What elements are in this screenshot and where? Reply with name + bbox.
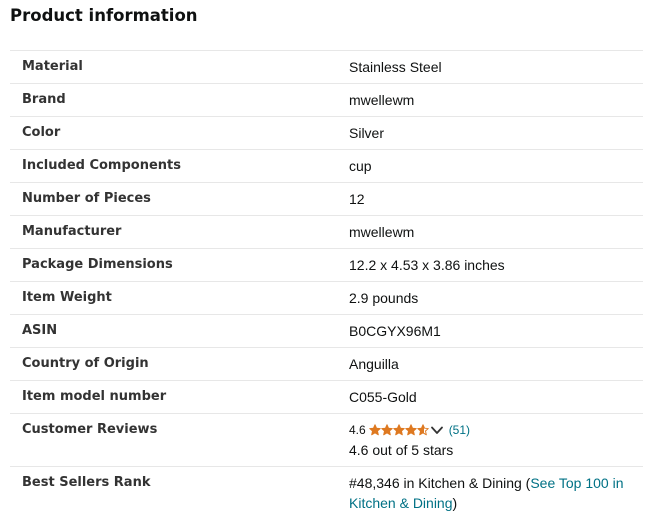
row-key: Material	[10, 50, 349, 84]
row-value-reviews: 4.6 (51) 4.6 out of 5 stars	[349, 413, 643, 467]
row-value: 12.2 x 4.53 x 3.86 inches	[349, 248, 643, 282]
table-row-best-sellers-rank: Best Sellers Rank #48,346 in Kitchen & D…	[10, 466, 643, 517]
row-value: C055-Gold	[349, 380, 643, 414]
row-key: Included Components	[10, 149, 349, 183]
row-key: Item Weight	[10, 281, 349, 315]
row-key: ASIN	[10, 314, 349, 348]
row-value: Stainless Steel	[349, 50, 643, 84]
product-information-section: Product information Material Stainless St…	[0, 0, 645, 517]
star-icon	[404, 424, 417, 436]
row-value-rank: #48,346 in Kitchen & Dining (See Top 100…	[349, 466, 643, 517]
row-key: Country of Origin	[10, 347, 349, 381]
table-row: Manufacturer mwellewm	[10, 215, 643, 249]
row-key: Package Dimensions	[10, 248, 349, 282]
rating-number: 4.6	[349, 423, 366, 437]
star-icon	[392, 424, 405, 436]
row-value: 12	[349, 182, 643, 216]
rating-line: 4.6 (51)	[349, 420, 643, 440]
row-value: mwellewm	[349, 215, 643, 249]
rating-summary: 4.6 out of 5 stars	[349, 442, 454, 458]
row-key: Color	[10, 116, 349, 150]
star-rating[interactable]	[368, 424, 429, 436]
row-key: Item model number	[10, 380, 349, 414]
section-title: Product information	[10, 6, 198, 25]
table-row: Item Weight 2.9 pounds	[10, 281, 643, 315]
product-info-table: Material Stainless Steel Brand mwellewm Colo…	[10, 50, 643, 517]
table-row: Brand mwellewm	[10, 83, 643, 117]
row-key: Number of Pieces	[10, 182, 349, 216]
row-key: Customer Reviews	[10, 413, 349, 467]
rank-text: #48,346 in Kitchen & Dining (	[349, 475, 531, 491]
rank-close-paren: )	[452, 495, 458, 511]
star-icon	[380, 424, 393, 436]
table-row: Number of Pieces 12	[10, 182, 643, 216]
ratings-count-link[interactable]: (51)	[449, 420, 470, 440]
table-row-customer-reviews: Customer Reviews 4.6 (51) 4.6 out of 5 s…	[10, 413, 643, 467]
table-row: Country of Origin Anguilla	[10, 347, 643, 381]
table-row: Included Components cup	[10, 149, 643, 183]
row-value: Anguilla	[349, 347, 643, 381]
row-value: B0CGYX96M1	[349, 314, 643, 348]
row-value: mwellewm	[349, 83, 643, 117]
table-row: Color Silver	[10, 116, 643, 150]
table-row: Package Dimensions 12.2 x 4.53 x 3.86 inc…	[10, 248, 643, 282]
row-value: 2.9 pounds	[349, 281, 643, 315]
table-row: Item model number C055-Gold	[10, 380, 643, 414]
row-key: Manufacturer	[10, 215, 349, 249]
row-key: Brand	[10, 83, 349, 117]
star-icon	[416, 424, 429, 436]
row-value: Silver	[349, 116, 643, 150]
table-row: Material Stainless Steel	[10, 50, 643, 84]
row-key: Best Sellers Rank	[10, 466, 349, 517]
row-value: cup	[349, 149, 643, 183]
chevron-down-icon[interactable]	[430, 426, 443, 435]
table-row: ASIN B0CGYX96M1	[10, 314, 643, 348]
star-icon	[368, 424, 381, 436]
